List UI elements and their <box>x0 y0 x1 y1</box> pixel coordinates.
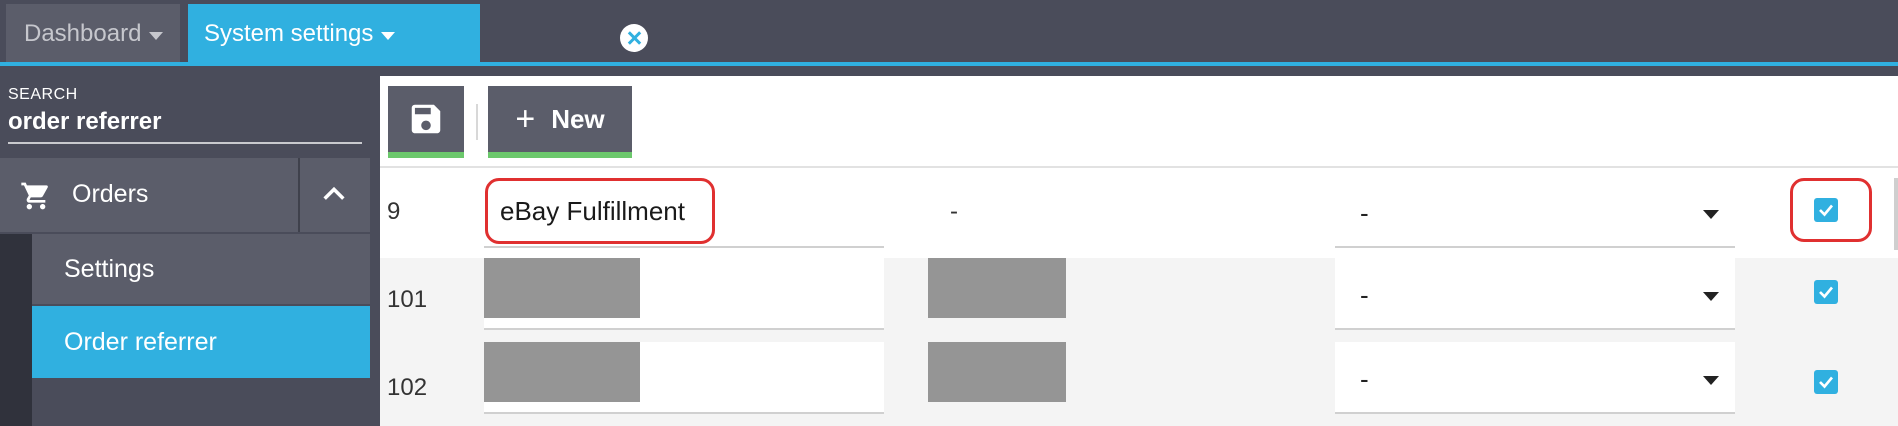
redacted-block <box>484 258 640 318</box>
cart-icon <box>21 182 48 210</box>
code-value: - <box>950 198 958 225</box>
referrer-select-value: - <box>1360 198 1369 228</box>
sidebar-group-orders[interactable]: Orders <box>0 158 370 232</box>
chevron-up-icon[interactable] <box>318 180 350 208</box>
tab-dashboard[interactable]: Dashboard <box>6 4 180 64</box>
dropdown-arrow-icon <box>1703 210 1719 219</box>
floppy-disk-icon <box>411 104 441 134</box>
toolbar: + New <box>380 76 1898 168</box>
sidebar-group-separator <box>298 158 300 232</box>
referrer-select[interactable]: - <box>1335 342 1735 414</box>
new-button-label: New <box>551 103 605 134</box>
name-value: eBay Fulfillment <box>500 196 685 226</box>
sidebar-indent-strip <box>0 234 32 426</box>
row-id: 101 <box>387 286 428 313</box>
sidebar-item-settings[interactable]: Settings <box>32 234 370 306</box>
referrer-select[interactable]: - <box>1335 258 1735 330</box>
table-row: 9 eBay Fulfillment - - <box>380 170 1898 256</box>
row-edge <box>1894 178 1898 250</box>
main-panel: + New 9 eBay Fulfillment - - 101 - 102 - <box>380 76 1898 426</box>
search-label: SEARCH <box>8 86 78 103</box>
name-field[interactable] <box>484 342 884 414</box>
save-button[interactable] <box>388 86 464 158</box>
referrer-select-value: - <box>1360 280 1369 310</box>
checkmark-icon <box>1819 376 1834 389</box>
new-button[interactable]: + New <box>488 86 632 158</box>
referrer-select[interactable]: - <box>1335 176 1735 248</box>
name-field[interactable]: eBay Fulfillment <box>484 176 884 248</box>
toolbar-divider <box>476 104 478 140</box>
referrer-select-value: - <box>1360 364 1369 394</box>
active-checkbox[interactable] <box>1814 370 1838 394</box>
tab-system-settings[interactable]: System settings <box>188 4 648 64</box>
sidebar-item-settings-label: Settings <box>64 254 155 283</box>
close-icon[interactable] <box>620 24 648 52</box>
active-checkbox[interactable] <box>1814 198 1838 222</box>
sidebar-item-order-referrer-label: Order referrer <box>64 327 217 356</box>
dropdown-arrow-icon <box>1703 376 1719 385</box>
table-row: 102 - <box>380 342 1898 426</box>
row-id: 102 <box>387 374 428 401</box>
caret-down-icon <box>149 32 164 40</box>
checkmark-icon <box>1819 204 1834 217</box>
active-checkbox[interactable] <box>1814 280 1838 304</box>
redacted-block <box>928 258 1066 318</box>
sidebar-group-orders-label: Orders <box>72 180 149 208</box>
dropdown-arrow-icon <box>1703 292 1719 301</box>
plus-icon: + <box>515 100 536 138</box>
row-id: 9 <box>387 198 401 225</box>
caret-down-icon <box>381 32 396 40</box>
tab-system-settings-label: System settings <box>204 20 374 47</box>
sidebar-item-order-referrer[interactable]: Order referrer <box>32 306 370 378</box>
name-field[interactable] <box>484 258 884 330</box>
table-row: 101 - <box>380 258 1898 344</box>
redacted-block <box>484 342 640 402</box>
sidebar: SEARCH order referrer Orders Settings Or… <box>0 66 370 426</box>
tab-bar: Dashboard System settings <box>0 0 1898 66</box>
search-input[interactable]: order referrer <box>8 108 362 144</box>
redacted-block <box>928 342 1066 402</box>
tab-dashboard-label: Dashboard <box>24 20 142 47</box>
checkmark-icon <box>1819 286 1834 299</box>
